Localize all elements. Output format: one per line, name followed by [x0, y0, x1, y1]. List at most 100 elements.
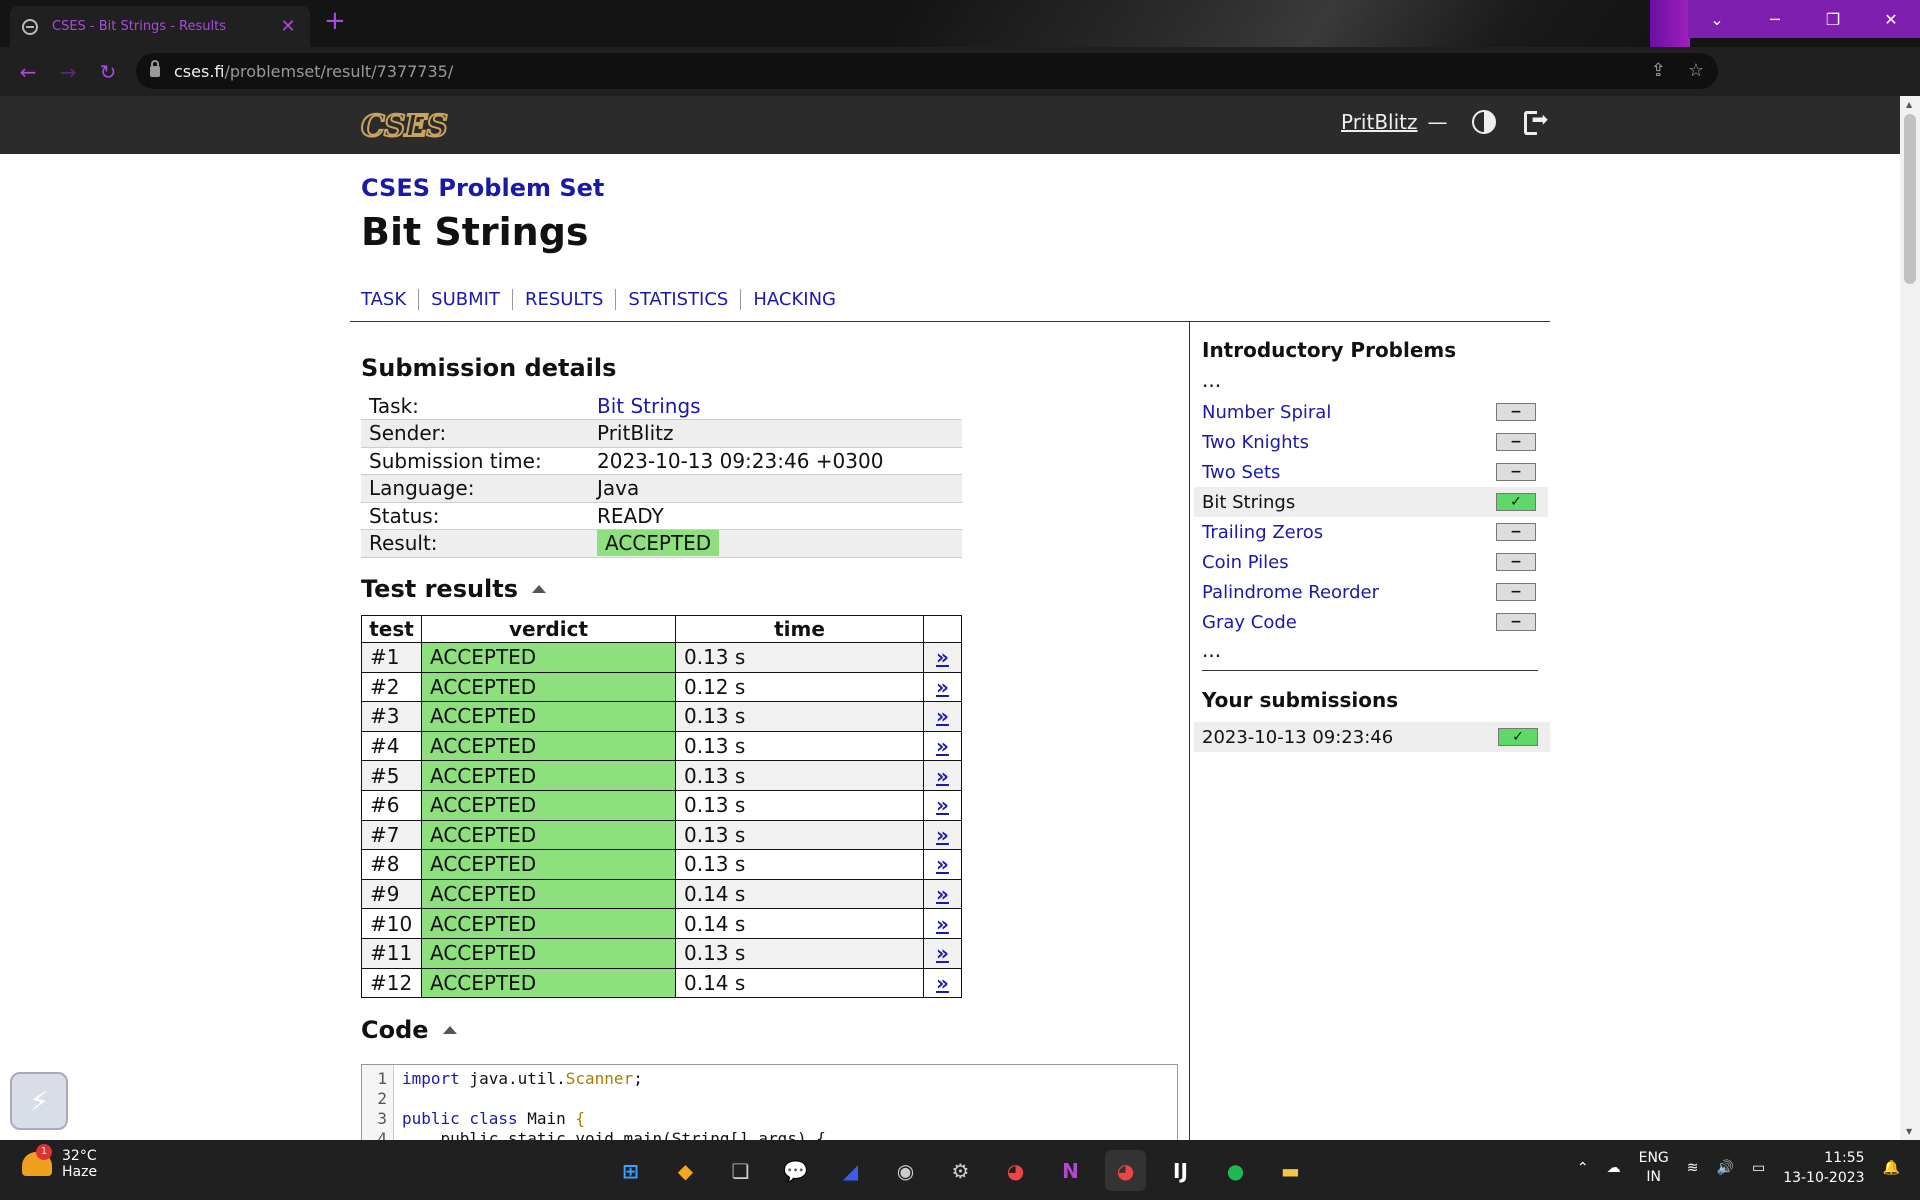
wallpaper-shape [883, 0, 1677, 47]
test-details-link[interactable]: » [923, 878, 962, 910]
floating-extension-icon[interactable]: ⚡ [10, 1072, 68, 1130]
restore-button[interactable]: ❐ [1804, 0, 1862, 38]
scroll-up-icon[interactable]: ▲ [1906, 100, 1912, 109]
table-row: #1 ACCEPTED 0.13 s» [361, 642, 962, 673]
onedrive-cloud-icon[interactable]: ☁ [1607, 1160, 1621, 1176]
sidebar-item-link[interactable]: Two Knights [1202, 432, 1309, 453]
share-icon[interactable]: ⇪ [1651, 60, 1666, 81]
nav-submit[interactable]: SUBMIT [418, 289, 512, 310]
settings-gear-icon[interactable]: ⚙ [940, 1150, 981, 1191]
wallpaper-accent [1650, 0, 1690, 47]
code-viewer: 1 2 3 4 import java.util.Scanner; public… [361, 1064, 1178, 1140]
sidebar-item-link[interactable]: Two Sets [1202, 462, 1280, 483]
collapse-caret-icon[interactable] [532, 585, 547, 593]
spotify-icon[interactable]: ● [1215, 1150, 1256, 1191]
nav-hacking[interactable]: HACKING [740, 289, 848, 310]
clock[interactable]: 11:55 13-10-2023 [1783, 1148, 1864, 1188]
logout-icon[interactable] [1523, 107, 1550, 135]
chrome-active-icon[interactable]: ◕ [1105, 1150, 1146, 1191]
sidebar-item-link[interactable]: Palindrome Reorder [1202, 582, 1379, 603]
copilot-icon[interactable]: ◆ [665, 1150, 706, 1191]
test-details-link[interactable]: » [923, 908, 962, 939]
forward-arrow-icon[interactable]: → [48, 60, 88, 84]
browser-tabstrip: CSES - Bit Strings - Results ✕ + ⌄ ─ ❐ ✕ [0, 0, 1920, 47]
collapse-caret-icon[interactable] [442, 1026, 457, 1034]
test-details-link[interactable]: » [923, 819, 962, 851]
problemset-title[interactable]: CSES Problem Set [361, 174, 604, 202]
intellij-icon[interactable]: IJ [1160, 1150, 1201, 1191]
tab-search-icon[interactable]: ⌄ [1688, 0, 1746, 38]
page-scrollbar[interactable]: ▲ ▼ [1900, 96, 1920, 1140]
language-indicator[interactable]: ENG IN [1639, 1149, 1669, 1187]
camera-icon[interactable]: ◉ [885, 1150, 926, 1191]
page-title: Bit Strings [361, 210, 589, 254]
address-bar[interactable]: cses.fi/problemset/result/7377735/ ⇪ ☆ [136, 53, 1718, 89]
test-details-link[interactable]: » [923, 849, 962, 880]
sidebar-item[interactable]: Trailing Zeros − [1202, 517, 1548, 547]
submission-time[interactable]: 2023-10-13 09:23:46 [1202, 727, 1393, 748]
test-verdict: ACCEPTED [421, 878, 676, 910]
visual-studio-icon[interactable]: ◢ [830, 1150, 871, 1191]
lock-icon[interactable] [150, 59, 160, 77]
sidebar-item-link[interactable]: Coin Piles [1202, 552, 1289, 573]
nav-results[interactable]: RESULTS [511, 289, 615, 310]
test-details-link[interactable]: » [923, 937, 962, 969]
test-details-link[interactable]: » [923, 967, 962, 999]
sidebar-item[interactable]: Two Sets − [1202, 457, 1548, 487]
code-heading-wrap[interactable]: Code [361, 1016, 457, 1044]
minus-icon: − [1496, 403, 1536, 421]
sidebar-item-link[interactable]: Gray Code [1202, 612, 1297, 633]
tab-title: CSES - Bit Strings - Results [52, 19, 226, 34]
scrollbar-thumb[interactable] [1904, 114, 1916, 284]
test-details-link[interactable]: » [923, 789, 962, 821]
sidebar-item-link[interactable]: Number Spiral [1202, 402, 1331, 423]
nav-task[interactable]: TASK [361, 289, 418, 310]
tray-chevron-icon[interactable]: ⌃ [1577, 1160, 1589, 1176]
sidebar-item[interactable]: Gray Code − [1202, 607, 1548, 637]
code-token: java.util. [459, 1069, 566, 1088]
test-details-link[interactable]: » [923, 671, 962, 703]
test-details-link[interactable]: » [923, 760, 962, 791]
test-details-link[interactable]: » [923, 642, 962, 673]
table-row: #2 ACCEPTED 0.12 s» [361, 671, 962, 703]
new-tab-button[interactable]: + [324, 6, 346, 36]
volume-icon[interactable]: 🔊 [1717, 1160, 1734, 1176]
minimize-button[interactable]: ─ [1746, 0, 1804, 38]
window-controls: ⌄ ─ ❐ ✕ [1688, 0, 1920, 38]
close-window-button[interactable]: ✕ [1862, 0, 1920, 38]
sidebar-item[interactable]: Number Spiral − [1202, 397, 1548, 427]
sidebar-item[interactable]: Two Knights − [1202, 427, 1548, 457]
wifi-icon[interactable]: ≋ [1687, 1160, 1699, 1176]
sidebar-item-link[interactable]: Trailing Zeros [1202, 522, 1323, 543]
contrast-toggle-icon[interactable] [1471, 110, 1496, 134]
notification-bell-icon[interactable]: 🔔 [1883, 1160, 1900, 1176]
browser-tab-active[interactable]: CSES - Bit Strings - Results ✕ [10, 6, 310, 47]
test-number: #3 [361, 701, 422, 732]
onenote-icon[interactable]: N [1050, 1150, 1091, 1191]
bookmark-star-icon[interactable]: ☆ [1688, 60, 1704, 81]
tab-close-icon[interactable]: ✕ [278, 16, 298, 37]
user-link[interactable]: PritBlitz [1341, 110, 1418, 134]
file-explorer-icon[interactable]: ▬ [1270, 1150, 1311, 1191]
weather-widget[interactable]: 1 32°C Haze [22, 1144, 97, 1180]
taskbar-apps: ⊞ ◆ ❏ 💬 ◢ ◉ ⚙ ◕ N ◕ IJ ● ▬ [610, 1150, 1311, 1191]
test-results-heading-wrap[interactable]: Test results [361, 575, 547, 603]
teams-chat-icon[interactable]: 💬 [775, 1150, 816, 1191]
submission-row[interactable]: 2023-10-13 09:23:46 ✓ [1194, 722, 1550, 752]
test-details-link[interactable]: » [923, 730, 962, 762]
back-arrow-icon[interactable]: ← [8, 60, 48, 84]
sidebar-item[interactable]: Coin Piles − [1202, 547, 1548, 577]
task-link[interactable]: Bit Strings [597, 394, 701, 418]
result-badge: ACCEPTED [597, 530, 720, 557]
task-view-icon[interactable]: ❏ [720, 1150, 761, 1191]
reload-icon[interactable]: ↻ [88, 60, 128, 84]
nav-statistics[interactable]: STATISTICS [615, 289, 740, 310]
test-details-link[interactable]: » [923, 701, 962, 732]
cses-logo[interactable]: CSES [360, 108, 449, 145]
start-icon[interactable]: ⊞ [610, 1150, 651, 1191]
sidebar-item[interactable]: Palindrome Reorder − [1202, 577, 1548, 607]
battery-icon[interactable]: ▭ [1752, 1160, 1765, 1176]
chrome-icon[interactable]: ◕ [995, 1150, 1036, 1191]
scroll-down-icon[interactable]: ▼ [1906, 1127, 1912, 1136]
sidebar-item[interactable]: Bit Strings ✓ [1194, 487, 1548, 517]
